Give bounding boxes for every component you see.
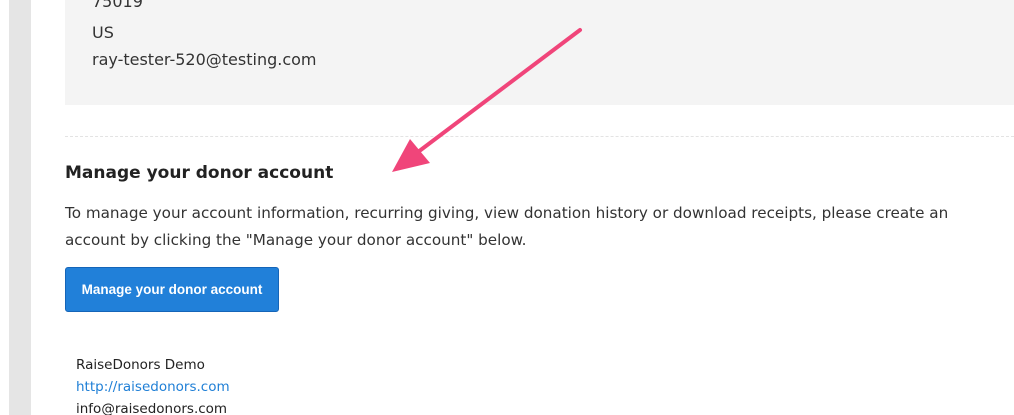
footer-email: info@raisedonors.com (76, 401, 228, 415)
email-receipt-page: 75019 US ray-tester-520@testing.com Mana… (0, 0, 1014, 415)
donor-address-block: 75019 US ray-tester-520@testing.com (65, 0, 1014, 105)
address-country: US (92, 23, 114, 42)
footer-website-line: http://raisedonors.com (76, 379, 230, 395)
manage-account-heading: Manage your donor account (65, 163, 334, 183)
manage-donor-account-button[interactable]: Manage your donor account (65, 267, 279, 312)
annotation-arrow-head (392, 139, 430, 172)
manage-account-description: To manage your account information, recu… (65, 204, 949, 249)
address-zip: 75019 (92, 0, 143, 11)
section-divider (65, 136, 1014, 137)
footer-org-name: RaiseDonors Demo (76, 357, 205, 373)
footer-website-link[interactable]: http://raisedonors.com (76, 379, 230, 395)
address-email: ray-tester-520@testing.com (92, 50, 317, 69)
left-scroll-rail (9, 0, 31, 415)
